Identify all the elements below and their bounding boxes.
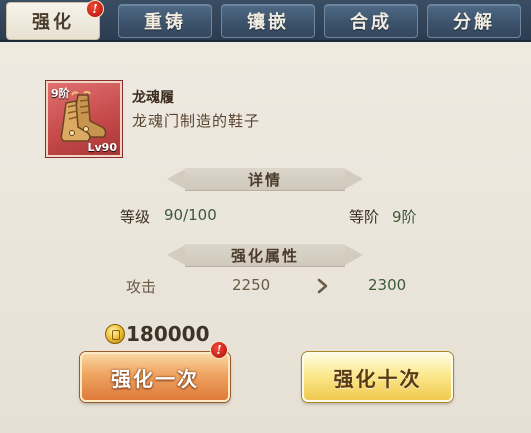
tab-decompose[interactable]: 分解 [427, 4, 521, 38]
tab-reforge[interactable]: 重铸 [118, 4, 212, 38]
enhance-attributes-title: 强化属性 [230, 247, 299, 265]
tab-synthesize-label: 合成 [350, 12, 392, 33]
tab-decompose-label: 分解 [453, 12, 495, 33]
level-label: 等级 [120, 208, 151, 226]
item-description: 龙魂门制造的鞋子 [132, 112, 261, 130]
tab-inlay[interactable]: 镶嵌 [221, 4, 315, 38]
attack-next-value: 2300 [368, 276, 407, 294]
enhance-once-alert-badge: ! [210, 341, 228, 359]
enhance-attributes-banner: 强化属性 [165, 243, 365, 267]
tab-enhance-alert-badge: ! [86, 0, 104, 18]
attack-current-value: 2250 [232, 276, 271, 294]
tab-reforge-label: 重铸 [144, 12, 186, 33]
enhance-ten-label: 强化十次 [333, 366, 422, 391]
arrow-right-icon [317, 278, 328, 294]
tab-inlay-label: 镶嵌 [247, 12, 289, 33]
enhance-ten-button[interactable]: 强化十次 [302, 352, 453, 402]
item-level: Lv90 [87, 141, 118, 154]
rank-label: 等阶 [349, 208, 380, 226]
details-title: 详情 [247, 171, 282, 189]
item-slot[interactable]: 9阶 Lv90 [46, 81, 122, 157]
cost-amount: 180000 [126, 322, 210, 346]
tab-synthesize[interactable]: 合成 [324, 4, 418, 38]
item-tier: 9阶 [51, 87, 70, 100]
enhance-once-button[interactable]: 强化一次 [80, 352, 230, 402]
details-banner: 详情 [165, 167, 365, 191]
enhance-once-label: 强化一次 [111, 366, 199, 391]
item-name: 龙魂履 [132, 90, 174, 106]
tab-enhance-label: 强化 [32, 12, 74, 33]
enhance-panel: 强化 ! 重铸 镶嵌 合成 分解 9阶 Lv90 龙魂履 龙魂门制造的鞋子 详情… [0, 0, 531, 433]
attack-label: 攻击 [126, 278, 157, 296]
level-value: 90/100 [164, 206, 217, 224]
tab-bar: 强化 ! 重铸 镶嵌 合成 分解 [0, 0, 531, 42]
gold-coin-icon [105, 324, 125, 344]
rank-value: 9阶 [392, 208, 417, 226]
